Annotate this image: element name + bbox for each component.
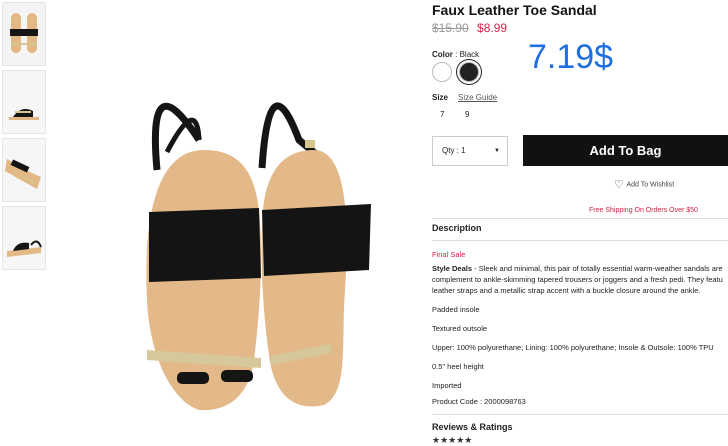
divider	[432, 218, 728, 219]
color-value: Black	[459, 50, 480, 59]
thumbnail-strip	[2, 2, 46, 274]
product-code: Product Code : 2000098763	[432, 397, 526, 406]
description-line-2: complement to ankle-skimming tapered tro…	[432, 275, 723, 284]
color-separator: :	[455, 50, 458, 59]
feature-item: Imported	[432, 381, 462, 390]
color-swatch-white[interactable]	[432, 62, 452, 82]
feature-item: Padded insole	[432, 305, 480, 314]
original-price: $15.90	[432, 21, 469, 35]
quantity-label: Qty : 1	[442, 146, 466, 155]
description-line-3: leather straps and a metallic strap acce…	[432, 286, 701, 295]
description-heading[interactable]: Description	[432, 223, 482, 233]
add-to-bag-button[interactable]: Add To Bag	[523, 135, 728, 166]
size-label: Size	[432, 93, 449, 102]
size-option-7[interactable]: 7	[440, 110, 444, 119]
color-swatch-black[interactable]	[459, 62, 479, 82]
color-key: Color	[432, 50, 453, 59]
style-deals-label: Style Deals	[432, 264, 473, 273]
quantity-select[interactable]: Qty : 1 ▼	[432, 136, 508, 166]
description-text: Style Deals - Sleek and minimal, this pa…	[432, 263, 728, 297]
divider	[432, 414, 728, 415]
wishlist-label: Add To Wishlist	[626, 181, 675, 189]
thumbnail-3[interactable]	[2, 138, 46, 202]
main-product-image[interactable]	[49, 0, 383, 442]
feature-item: Upper: 100% polyurethane; Lining: 100% p…	[432, 343, 714, 352]
description-line: Style Deals - Sleek and minimal, this pa…	[432, 263, 728, 274]
promo-price: 7.19$	[528, 38, 614, 76]
feature-item: 0.5" heel height	[432, 362, 484, 371]
sale-price: $8.99	[477, 21, 508, 35]
caret-down-icon: ▼	[494, 148, 500, 154]
thumbnail-4[interactable]	[2, 206, 46, 270]
size-guide-link[interactable]: Size Guide	[458, 93, 497, 102]
thumbnail-2[interactable]	[2, 70, 46, 134]
price-row: $15.90 $8.99	[432, 21, 507, 35]
size-option-9[interactable]: 9	[465, 110, 469, 119]
reviews-heading[interactable]: Reviews & Ratings	[432, 422, 513, 432]
description-line-1: - Sleek and minimal, this pair of totall…	[472, 264, 723, 273]
thumbnail-1[interactable]	[2, 2, 46, 66]
shipping-note: Free Shipping On Orders Over $50	[589, 207, 698, 214]
feature-item: Textured outsole	[432, 324, 488, 333]
rating-stars: ★★★★★	[432, 435, 473, 445]
add-to-wishlist-link[interactable]: ♡ Add To Wishlist	[614, 178, 674, 191]
heart-icon: ♡	[614, 179, 624, 191]
color-label: Color : Black	[432, 50, 479, 59]
product-title: Faux Leather Toe Sandal	[432, 2, 597, 18]
final-sale-label: Final Sale	[432, 250, 466, 259]
divider	[432, 240, 728, 241]
